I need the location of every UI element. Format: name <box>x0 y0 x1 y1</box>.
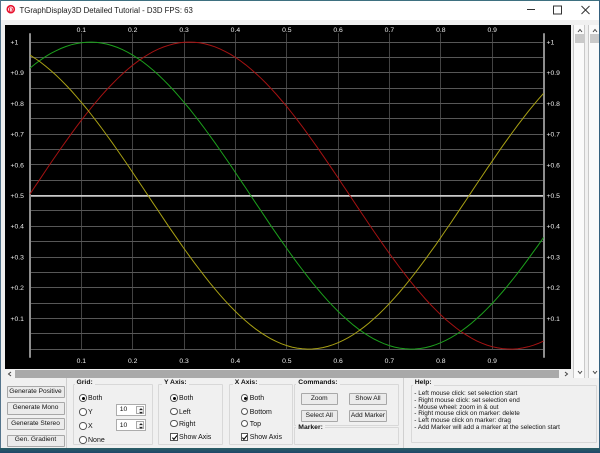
svg-text:0.9: 0.9 <box>487 27 497 34</box>
svg-text:0.9: 0.9 <box>487 358 497 365</box>
svg-text:+0.8: +0.8 <box>547 101 561 108</box>
svg-text:0.6: 0.6 <box>333 27 343 34</box>
svg-text:+0.8: +0.8 <box>11 101 25 108</box>
svg-text:+0.5: +0.5 <box>547 193 561 200</box>
svg-text:+0.1: +0.1 <box>547 316 561 323</box>
svg-text:+0.9: +0.9 <box>547 70 561 77</box>
svg-text:+0.9: +0.9 <box>11 70 25 77</box>
svg-text:+0.6: +0.6 <box>547 162 561 169</box>
svg-text:0.3: 0.3 <box>179 27 189 34</box>
svg-text:+0.4: +0.4 <box>547 224 561 231</box>
svg-text:+0.4: +0.4 <box>11 224 25 231</box>
svg-text:+0.6: +0.6 <box>11 162 25 169</box>
svg-text:+0.5: +0.5 <box>11 193 25 200</box>
svg-text:0.7: 0.7 <box>385 358 395 365</box>
svg-text:0.5: 0.5 <box>282 27 292 34</box>
svg-text:+1: +1 <box>11 40 19 47</box>
svg-text:0.7: 0.7 <box>385 27 395 34</box>
svg-text:+0.1: +0.1 <box>11 316 25 323</box>
svg-text:+0.7: +0.7 <box>11 132 25 139</box>
svg-text:0.2: 0.2 <box>128 27 138 34</box>
svg-text:0.2: 0.2 <box>128 358 138 365</box>
svg-text:0.1: 0.1 <box>77 358 87 365</box>
svg-text:+0.3: +0.3 <box>11 254 25 261</box>
svg-text:+0.2: +0.2 <box>547 285 561 292</box>
svg-text:0.6: 0.6 <box>333 358 343 365</box>
svg-text:+0.7: +0.7 <box>547 132 561 139</box>
svg-text:+1: +1 <box>547 40 555 47</box>
svg-text:0.4: 0.4 <box>231 358 241 365</box>
svg-text:0.4: 0.4 <box>231 27 241 34</box>
svg-text:0.8: 0.8 <box>436 27 446 34</box>
svg-text:0.1: 0.1 <box>77 27 87 34</box>
svg-text:0.5: 0.5 <box>282 358 292 365</box>
svg-text:0.8: 0.8 <box>436 358 446 365</box>
svg-text:D: D <box>9 7 14 14</box>
svg-text:0.3: 0.3 <box>179 358 189 365</box>
svg-text:+0.3: +0.3 <box>547 254 561 261</box>
svg-text:+0.2: +0.2 <box>11 285 25 292</box>
